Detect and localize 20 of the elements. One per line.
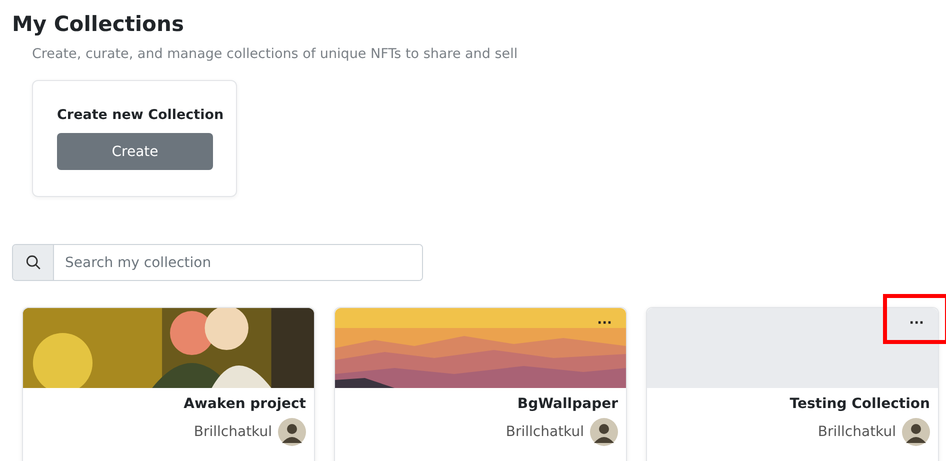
collection-name: BgWallpaper — [517, 396, 618, 412]
search-field[interactable]: Search my collection — [12, 244, 423, 281]
collection-name: Testing Collection — [790, 396, 930, 412]
avatar-icon — [902, 418, 930, 446]
collection-name: Awaken project — [184, 396, 306, 412]
avatar-icon — [590, 418, 618, 446]
collection-card[interactable]: ··· BgWallpaper Brillchatkul — [334, 307, 627, 461]
author-name: Brillchatkul — [506, 424, 584, 440]
collection-card[interactable]: ··· Testing Collection Brillchatkul — [646, 307, 939, 461]
author-name: Brillchatkul — [818, 424, 896, 440]
author-name: Brillchatkul — [194, 424, 272, 440]
create-heading: Create new Collection — [57, 107, 225, 123]
more-button[interactable]: ··· — [905, 314, 928, 333]
page-title: My Collections — [12, 11, 185, 38]
create-button[interactable]: Create — [57, 133, 213, 170]
more-button[interactable]: ··· — [593, 314, 616, 333]
avatar-icon — [278, 418, 306, 446]
search-icon — [24, 254, 42, 271]
page-subtitle: Create, curate, and manage collections of unique NFTs to share and sell — [32, 46, 519, 62]
collection-card[interactable]: Awaken project Brillchatkul — [22, 307, 315, 461]
